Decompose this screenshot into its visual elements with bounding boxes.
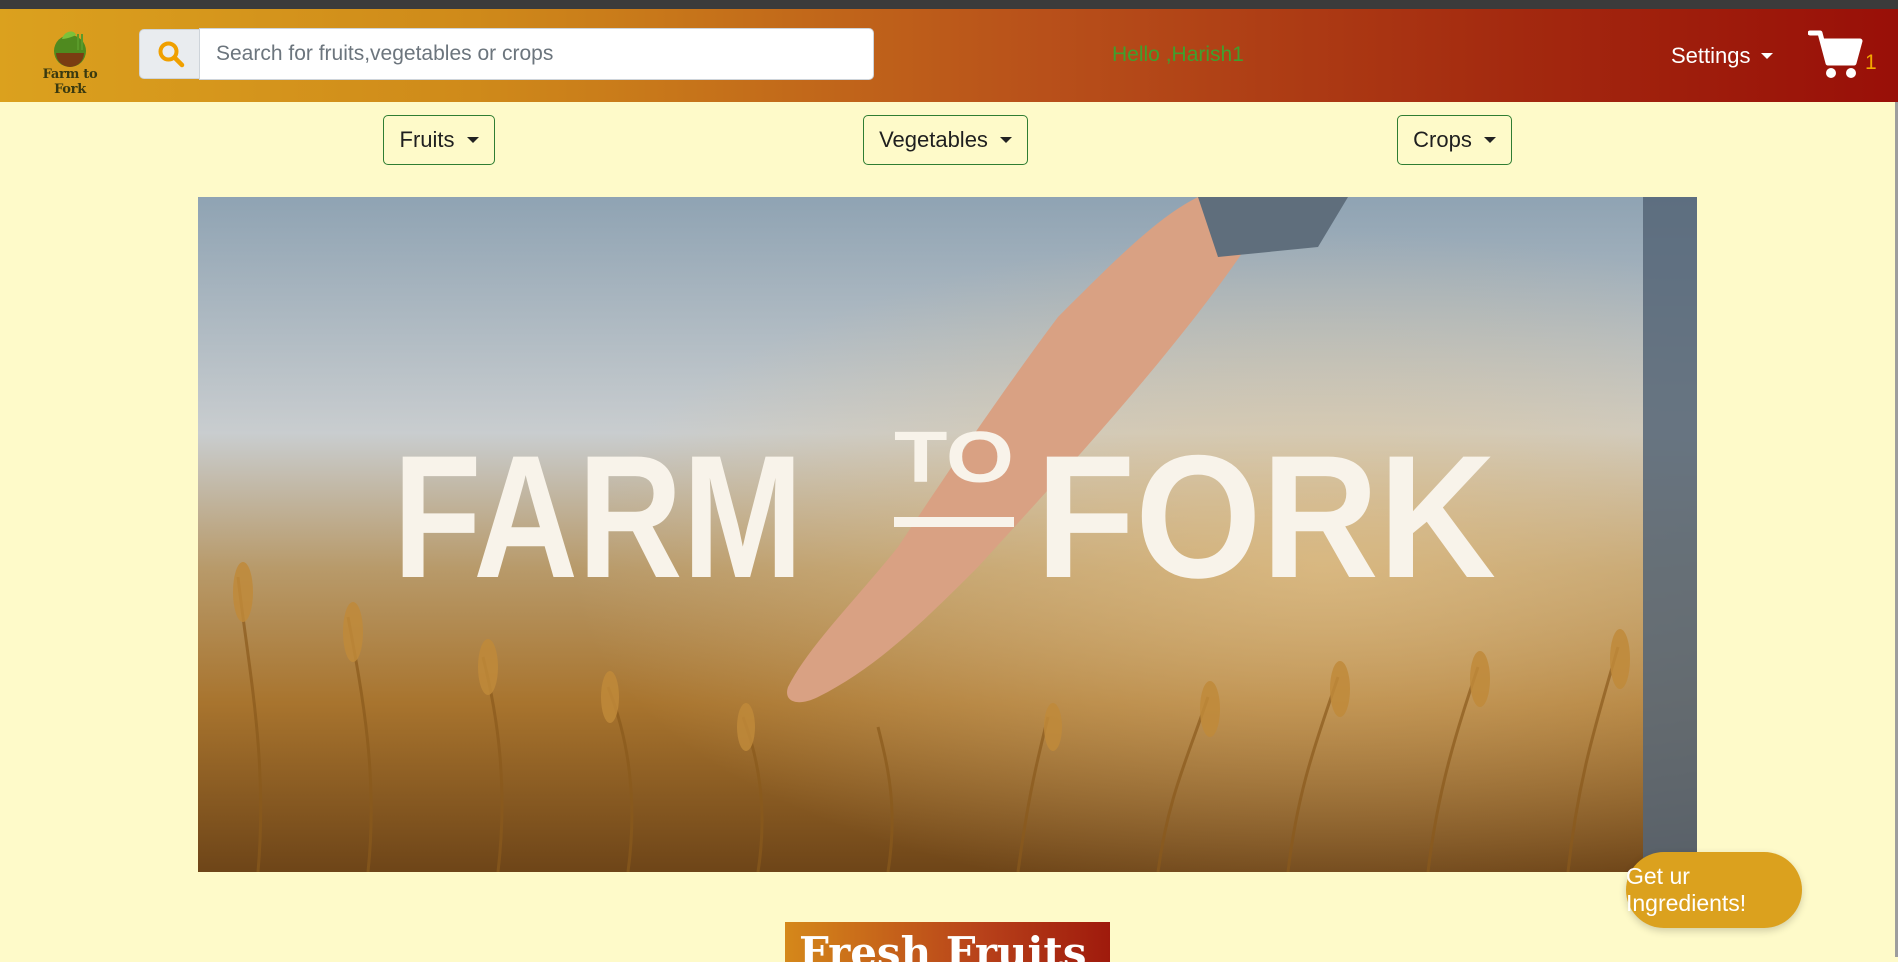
- settings-label: Settings: [1671, 43, 1751, 68]
- window-top-strip: [0, 0, 1898, 9]
- navbar: Farm to Fork Hello ,Harish1 Settings 1: [0, 9, 1898, 102]
- dropdown-vegetables[interactable]: Vegetables: [863, 115, 1028, 165]
- brand-logo[interactable]: Farm to Fork: [32, 29, 108, 97]
- dropdown-label: Crops: [1413, 127, 1472, 152]
- chevron-down-icon: [999, 137, 1012, 143]
- hero-title-to: TO: [894, 418, 1014, 498]
- search-button[interactable]: [139, 29, 201, 79]
- cart-icon[interactable]: [1808, 27, 1864, 81]
- dropdown-label: Vegetables: [879, 127, 988, 152]
- settings-dropdown[interactable]: Settings: [1671, 43, 1773, 69]
- chevron-down-icon: [1483, 137, 1496, 143]
- dropdown-label: Fruits: [399, 127, 455, 152]
- chevron-down-icon: [466, 137, 479, 143]
- search-input[interactable]: [199, 28, 874, 80]
- search-icon: [158, 41, 184, 68]
- dropdown-crops[interactable]: Crops: [1397, 115, 1512, 165]
- logo-icon: [54, 31, 86, 67]
- section-title: Fresh Fruits: [785, 922, 1110, 962]
- chevron-down-icon: [1760, 53, 1773, 59]
- hero-title-farm: FARM: [393, 420, 803, 615]
- hero-banner: FARM TO FORK: [198, 197, 1697, 872]
- logo-text: Farm to Fork: [42, 67, 98, 97]
- hero-title-fork: FORK: [1036, 420, 1496, 615]
- hero-image: FARM TO FORK: [198, 197, 1697, 872]
- cart-count-badge: 1: [1865, 51, 1877, 74]
- user-greeting: Hello ,Harish1: [1112, 43, 1244, 66]
- get-ingredients-button[interactable]: Get ur Ingredients!: [1626, 852, 1802, 928]
- dropdown-fruits[interactable]: Fruits: [383, 115, 495, 165]
